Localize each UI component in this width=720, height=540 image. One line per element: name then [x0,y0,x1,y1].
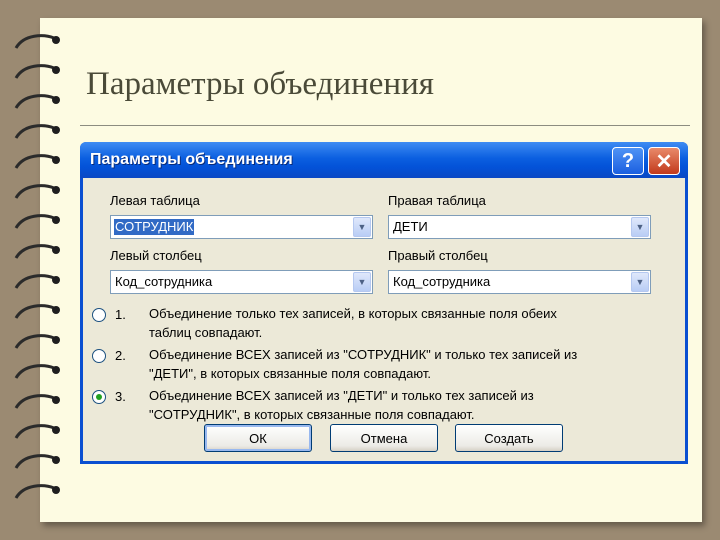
chevron-down-icon[interactable]: ▼ [353,217,371,237]
spiral-ring-icon [14,484,60,499]
spiral-ring-icon [14,274,60,289]
right-table-value: ДЕТИ [393,219,428,234]
right-table-select[interactable]: ДЕТИ ▼ [388,215,651,239]
option-line: "ДЕТИ", в которых связанные поля совпада… [149,366,431,381]
option-line: Объединение ВСЕХ записей из "СОТРУДНИК" … [149,347,578,362]
spiral-ring-icon [14,364,60,379]
create-button[interactable]: Создать [455,424,563,452]
option-line: Объединение только тех записей, в которы… [149,306,557,321]
left-column-label: Левый столбец [110,248,202,263]
right-table-label: Правая таблица [388,193,486,208]
spiral-ring-icon [14,304,60,319]
close-icon[interactable]: ✕ [648,147,680,175]
left-table-select[interactable]: СОТРУДНИК ▼ [110,215,373,239]
join-properties-dialog: Параметры объединения ? ✕ Левая таблица … [80,142,688,464]
ok-button[interactable]: ОК [204,424,312,452]
left-column-value: Код_сотрудника [115,274,213,289]
help-icon[interactable]: ? [612,147,644,175]
right-column-label: Правый столбец [388,248,488,263]
spiral-ring-icon [14,244,60,259]
right-column-select[interactable]: Код_сотрудника ▼ [388,270,651,294]
join-option-1-label[interactable]: Объединение только тех записей, в которы… [149,304,679,342]
join-option-2-number: 2. [115,348,126,363]
option-line: Объединение ВСЕХ записей из "ДЕТИ" и тол… [149,388,534,403]
dialog-body: Левая таблица СОТРУДНИК ▼ Правая таблица… [83,178,685,461]
title-divider [80,125,690,126]
slide-title: Параметры объединения [86,66,434,102]
dialog-title: Параметры объединения [90,151,293,168]
spiral-ring-icon [14,154,60,169]
left-table-label: Левая таблица [110,193,200,208]
join-option-2-label[interactable]: Объединение ВСЕХ записей из "СОТРУДНИК" … [149,345,679,383]
chevron-down-icon[interactable]: ▼ [631,217,649,237]
spiral-ring-icon [14,64,60,79]
option-line: таблиц совпадают. [149,325,263,340]
spiral-ring-icon [14,34,60,49]
join-option-3-radio[interactable] [92,390,106,404]
spiral-ring-icon [14,214,60,229]
join-option-2-radio[interactable] [92,349,106,363]
right-column-value: Код_сотрудника [393,274,491,289]
spiral-ring-icon [14,334,60,349]
join-option-1-number: 1. [115,307,126,322]
left-table-value: СОТРУДНИК [114,219,195,235]
option-line: "СОТРУДНИК", в которых связанные поля со… [149,407,475,422]
spiral-ring-icon [14,184,60,199]
dialog-titlebar[interactable]: Параметры объединения ? ✕ [80,142,688,178]
spiral-ring-icon [14,454,60,469]
join-option-1-radio[interactable] [92,308,106,322]
spiral-ring-icon [14,394,60,409]
chevron-down-icon[interactable]: ▼ [353,272,371,292]
join-option-3-number: 3. [115,389,126,404]
left-column-select[interactable]: Код_сотрудника ▼ [110,270,373,294]
spiral-ring-icon [14,424,60,439]
spiral-ring-icon [14,124,60,139]
spiral-ring-icon [14,94,60,109]
chevron-down-icon[interactable]: ▼ [631,272,649,292]
join-option-3-label[interactable]: Объединение ВСЕХ записей из "ДЕТИ" и тол… [149,386,679,424]
cancel-button[interactable]: Отмена [330,424,438,452]
slide: Параметры объединения Параметры объедине… [0,0,720,540]
